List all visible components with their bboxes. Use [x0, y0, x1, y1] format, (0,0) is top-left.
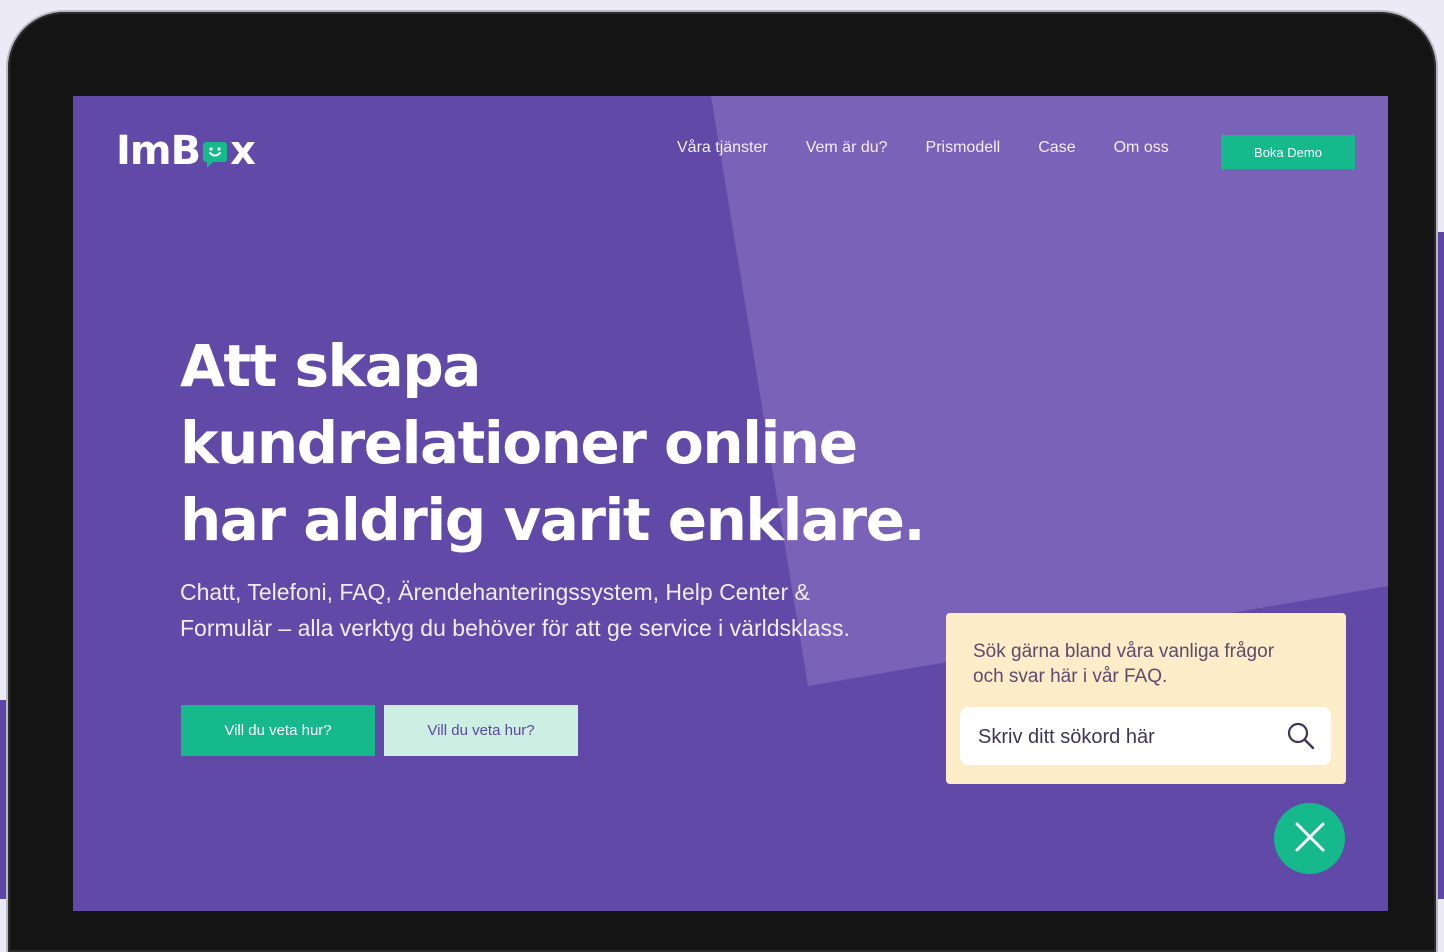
logo[interactable]: ImB x — [116, 126, 256, 176]
logo-text-end: x — [230, 128, 256, 174]
laptop-frame: ImB x Våra tjänster Vem är du? Prismodel… — [8, 12, 1436, 952]
main-nav: Våra tjänster Vem är du? Prismodell Case… — [677, 139, 1169, 157]
book-demo-button[interactable]: Boka Demo — [1221, 135, 1355, 169]
faq-intro-line: och svar här i vår FAQ. — [973, 666, 1168, 687]
faq-search-input[interactable] — [976, 721, 1280, 753]
website-screen: ImB x Våra tjänster Vem är du? Prismodel… — [73, 96, 1388, 911]
search-icon[interactable] — [1286, 721, 1316, 756]
nav-item-prismodell[interactable]: Prismodell — [926, 139, 1001, 157]
faq-intro-line: Sök gärna bland våra vanliga frågor — [973, 641, 1275, 662]
hero-subtitle-line: Chatt, Telefoni, FAQ, Ärendehanteringssy… — [180, 579, 810, 605]
close-icon — [1294, 821, 1326, 856]
nav-item-om-oss[interactable]: Om oss — [1114, 139, 1169, 157]
learn-more-button-primary[interactable]: Vill du veta hur? — [181, 705, 375, 756]
nav-item-vem-ar-du[interactable]: Vem är du? — [806, 139, 888, 157]
nav-item-vara-tjanster[interactable]: Våra tjänster — [677, 139, 768, 157]
faq-intro-text: Sök gärna bland våra vanliga frågor och … — [973, 639, 1274, 689]
nav-item-case[interactable]: Case — [1038, 139, 1075, 157]
smiley-chat-bubble-icon — [202, 135, 228, 168]
logo-text-start: ImB — [116, 128, 201, 174]
hero-title-line: Att skapa — [180, 332, 481, 400]
hero-subtitle: Chatt, Telefoni, FAQ, Ärendehanteringssy… — [180, 574, 940, 646]
hero-title-line: kundrelationer online — [180, 409, 858, 477]
faq-search-box — [960, 707, 1331, 765]
hero-subtitle-line: Formulär – alla verktyg du behöver för a… — [180, 615, 850, 641]
faq-widget: Sök gärna bland våra vanliga frågor och … — [946, 613, 1346, 784]
learn-more-button-secondary[interactable]: Vill du veta hur? — [384, 705, 578, 756]
hero-title: Att skapa kundrelationer online har aldr… — [180, 328, 926, 559]
chat-close-button[interactable] — [1274, 803, 1345, 874]
hero-title-line: har aldrig varit enklare. — [180, 486, 926, 554]
